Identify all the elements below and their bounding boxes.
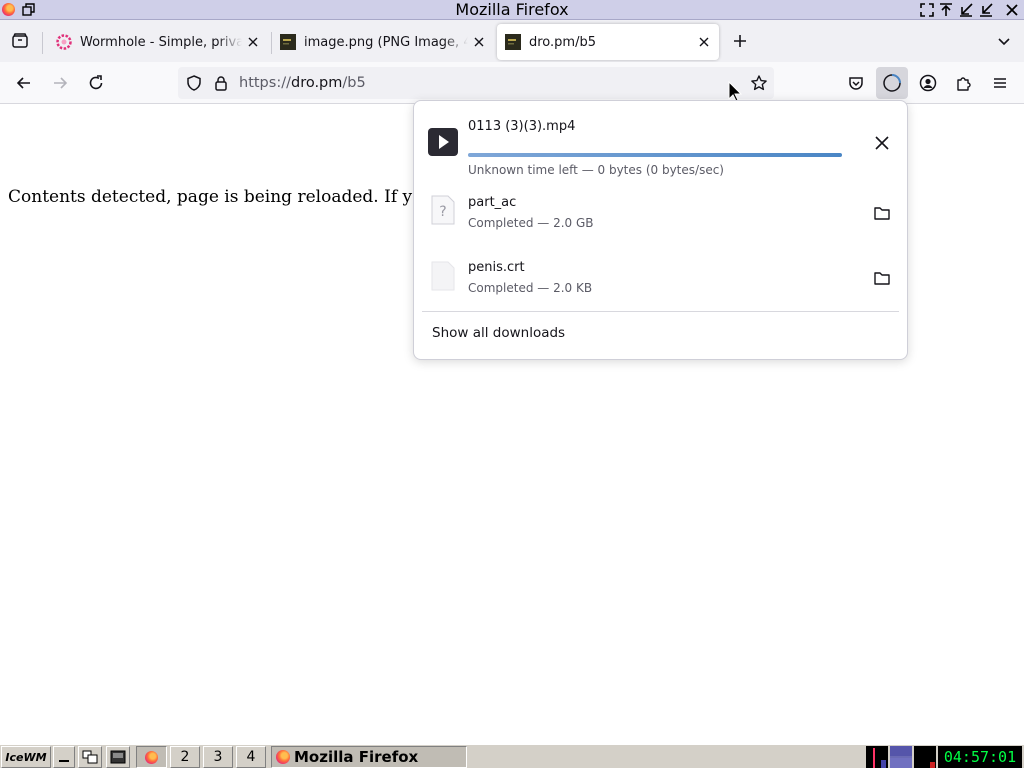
- hamburger-menu-icon: [994, 78, 1006, 88]
- window-titlebar: Mozilla Firefox: [0, 0, 1024, 20]
- unknown-file-icon: ?: [431, 195, 455, 225]
- back-button[interactable]: [8, 67, 40, 99]
- new-tab-button[interactable]: [724, 25, 756, 57]
- fullscreen-icon[interactable]: [919, 2, 935, 18]
- tab-label: Wormhole - Simple, private: [80, 34, 242, 50]
- menu-button[interactable]: [984, 67, 1016, 99]
- show-desktop-button[interactable]: [53, 746, 75, 768]
- minimize-all-icon: [59, 760, 69, 762]
- panel-divider: [422, 311, 899, 312]
- memory-monitor-icon: [914, 746, 936, 768]
- file-icon: [431, 261, 455, 291]
- image-thumbnail-icon: [280, 34, 296, 50]
- url-bar[interactable]: https://dro.pm/b5: [178, 67, 774, 99]
- progress-fill: [468, 153, 842, 157]
- workspace-4[interactable]: 4: [236, 746, 266, 768]
- tab-separator: [42, 32, 43, 54]
- show-in-folder-icon[interactable]: [873, 269, 891, 287]
- close-tab-icon[interactable]: [472, 35, 486, 49]
- downloads-button[interactable]: [876, 67, 908, 99]
- close-tab-icon[interactable]: [697, 35, 711, 49]
- video-play-icon: [428, 128, 458, 156]
- pocket-button[interactable]: [840, 67, 872, 99]
- close-tab-icon[interactable]: [246, 35, 260, 49]
- puzzle-piece-icon: [957, 77, 971, 91]
- mouse-cursor-icon: [728, 81, 742, 101]
- show-in-folder-icon[interactable]: [873, 204, 891, 222]
- forward-button[interactable]: [44, 67, 76, 99]
- image-thumbnail-icon: [505, 34, 521, 50]
- arrow-right-icon: [54, 77, 68, 89]
- window-title: Mozilla Firefox: [455, 0, 569, 19]
- url-path: /b5: [342, 75, 366, 91]
- url-scheme: https://: [239, 75, 291, 91]
- taskbar: IceWM 1 2 3 4 Mozilla Firefox 04:57:01: [0, 744, 1024, 768]
- bookmark-star-icon[interactable]: [750, 74, 768, 92]
- extensions-button[interactable]: [948, 67, 980, 99]
- close-window-icon[interactable]: [1004, 2, 1020, 18]
- download-status: Completed — 2.0 GB: [468, 216, 594, 230]
- tab-wormhole[interactable]: Wormhole - Simple, private: [48, 24, 268, 60]
- cpu-monitor-icon: [866, 746, 888, 768]
- download-item[interactable]: 0113 (3)(3).mp4 Unknown time left — 0 by…: [426, 113, 899, 177]
- taskbar-task-firefox[interactable]: Mozilla Firefox: [271, 746, 467, 768]
- workspace-3[interactable]: 3: [203, 746, 233, 768]
- shade-icon[interactable]: [978, 2, 994, 18]
- network-monitor-icon: [890, 746, 912, 768]
- window-list-button[interactable]: [78, 746, 102, 768]
- show-all-downloads-button[interactable]: Show all downloads: [432, 325, 565, 341]
- download-filename: penis.crt: [468, 260, 525, 275]
- minimize-icon[interactable]: [958, 2, 974, 18]
- downloads-panel: 0113 (3)(3).mp4 Unknown time left — 0 by…: [413, 100, 908, 360]
- firefox-logo-icon: [276, 750, 290, 764]
- tab-label: dro.pm/b5: [529, 34, 596, 50]
- arrow-left-icon: [16, 77, 30, 89]
- account-icon: [919, 74, 937, 92]
- reload-button[interactable]: [80, 67, 112, 99]
- download-progress-bar: [468, 153, 842, 157]
- firefox-view-button[interactable]: [4, 25, 36, 57]
- download-item[interactable]: ? part_ac Completed — 2.0 GB: [426, 191, 899, 243]
- terminal-icon: [110, 750, 126, 764]
- account-button[interactable]: [912, 67, 944, 99]
- tab-label: image.png (PNG Image, 4…: [304, 34, 468, 50]
- terminal-button[interactable]: [106, 746, 130, 768]
- wormhole-favicon-icon: [56, 34, 72, 50]
- cancel-download-icon[interactable]: [873, 134, 891, 152]
- lock-icon[interactable]: [212, 74, 230, 92]
- tab-image-png[interactable]: image.png (PNG Image, 4…: [272, 24, 494, 60]
- pocket-icon: [849, 77, 863, 90]
- firefox-logo-icon: [144, 750, 158, 764]
- task-label: Mozilla Firefox: [294, 748, 419, 766]
- url-text[interactable]: https://dro.pm/b5: [239, 67, 366, 99]
- download-item[interactable]: penis.crt Completed — 2.0 KB: [426, 257, 899, 309]
- plus-icon: [734, 35, 746, 47]
- workspace-2[interactable]: 2: [170, 746, 200, 768]
- maximize-vertical-icon[interactable]: [938, 2, 954, 18]
- download-filename: part_ac: [468, 195, 517, 210]
- svg-text:?: ?: [439, 204, 446, 220]
- reload-icon: [89, 75, 103, 90]
- windows-icon: [82, 750, 98, 764]
- download-filename: 0113 (3)(3).mp4: [468, 119, 576, 134]
- tracking-protection-shield-icon[interactable]: [185, 74, 203, 92]
- chevron-down-icon: [998, 38, 1010, 46]
- clock[interactable]: 04:57:01: [938, 746, 1022, 768]
- list-all-tabs-button[interactable]: [988, 25, 1020, 57]
- tab-dro-pm[interactable]: dro.pm/b5: [497, 24, 719, 60]
- tab-bar: Wormhole - Simple, private image.png (PN…: [0, 20, 1024, 62]
- navigation-toolbar: https://dro.pm/b5: [0, 62, 1024, 104]
- download-status: Completed — 2.0 KB: [468, 281, 593, 295]
- firefox-view-icon: [12, 33, 28, 48]
- start-menu-button[interactable]: IceWM: [1, 746, 51, 768]
- url-host: dro.pm: [290, 75, 343, 91]
- download-status: Unknown time left — 0 bytes (0 bytes/sec…: [468, 163, 724, 177]
- download-progress-icon: [883, 74, 901, 92]
- workspace-1[interactable]: 1: [136, 746, 167, 768]
